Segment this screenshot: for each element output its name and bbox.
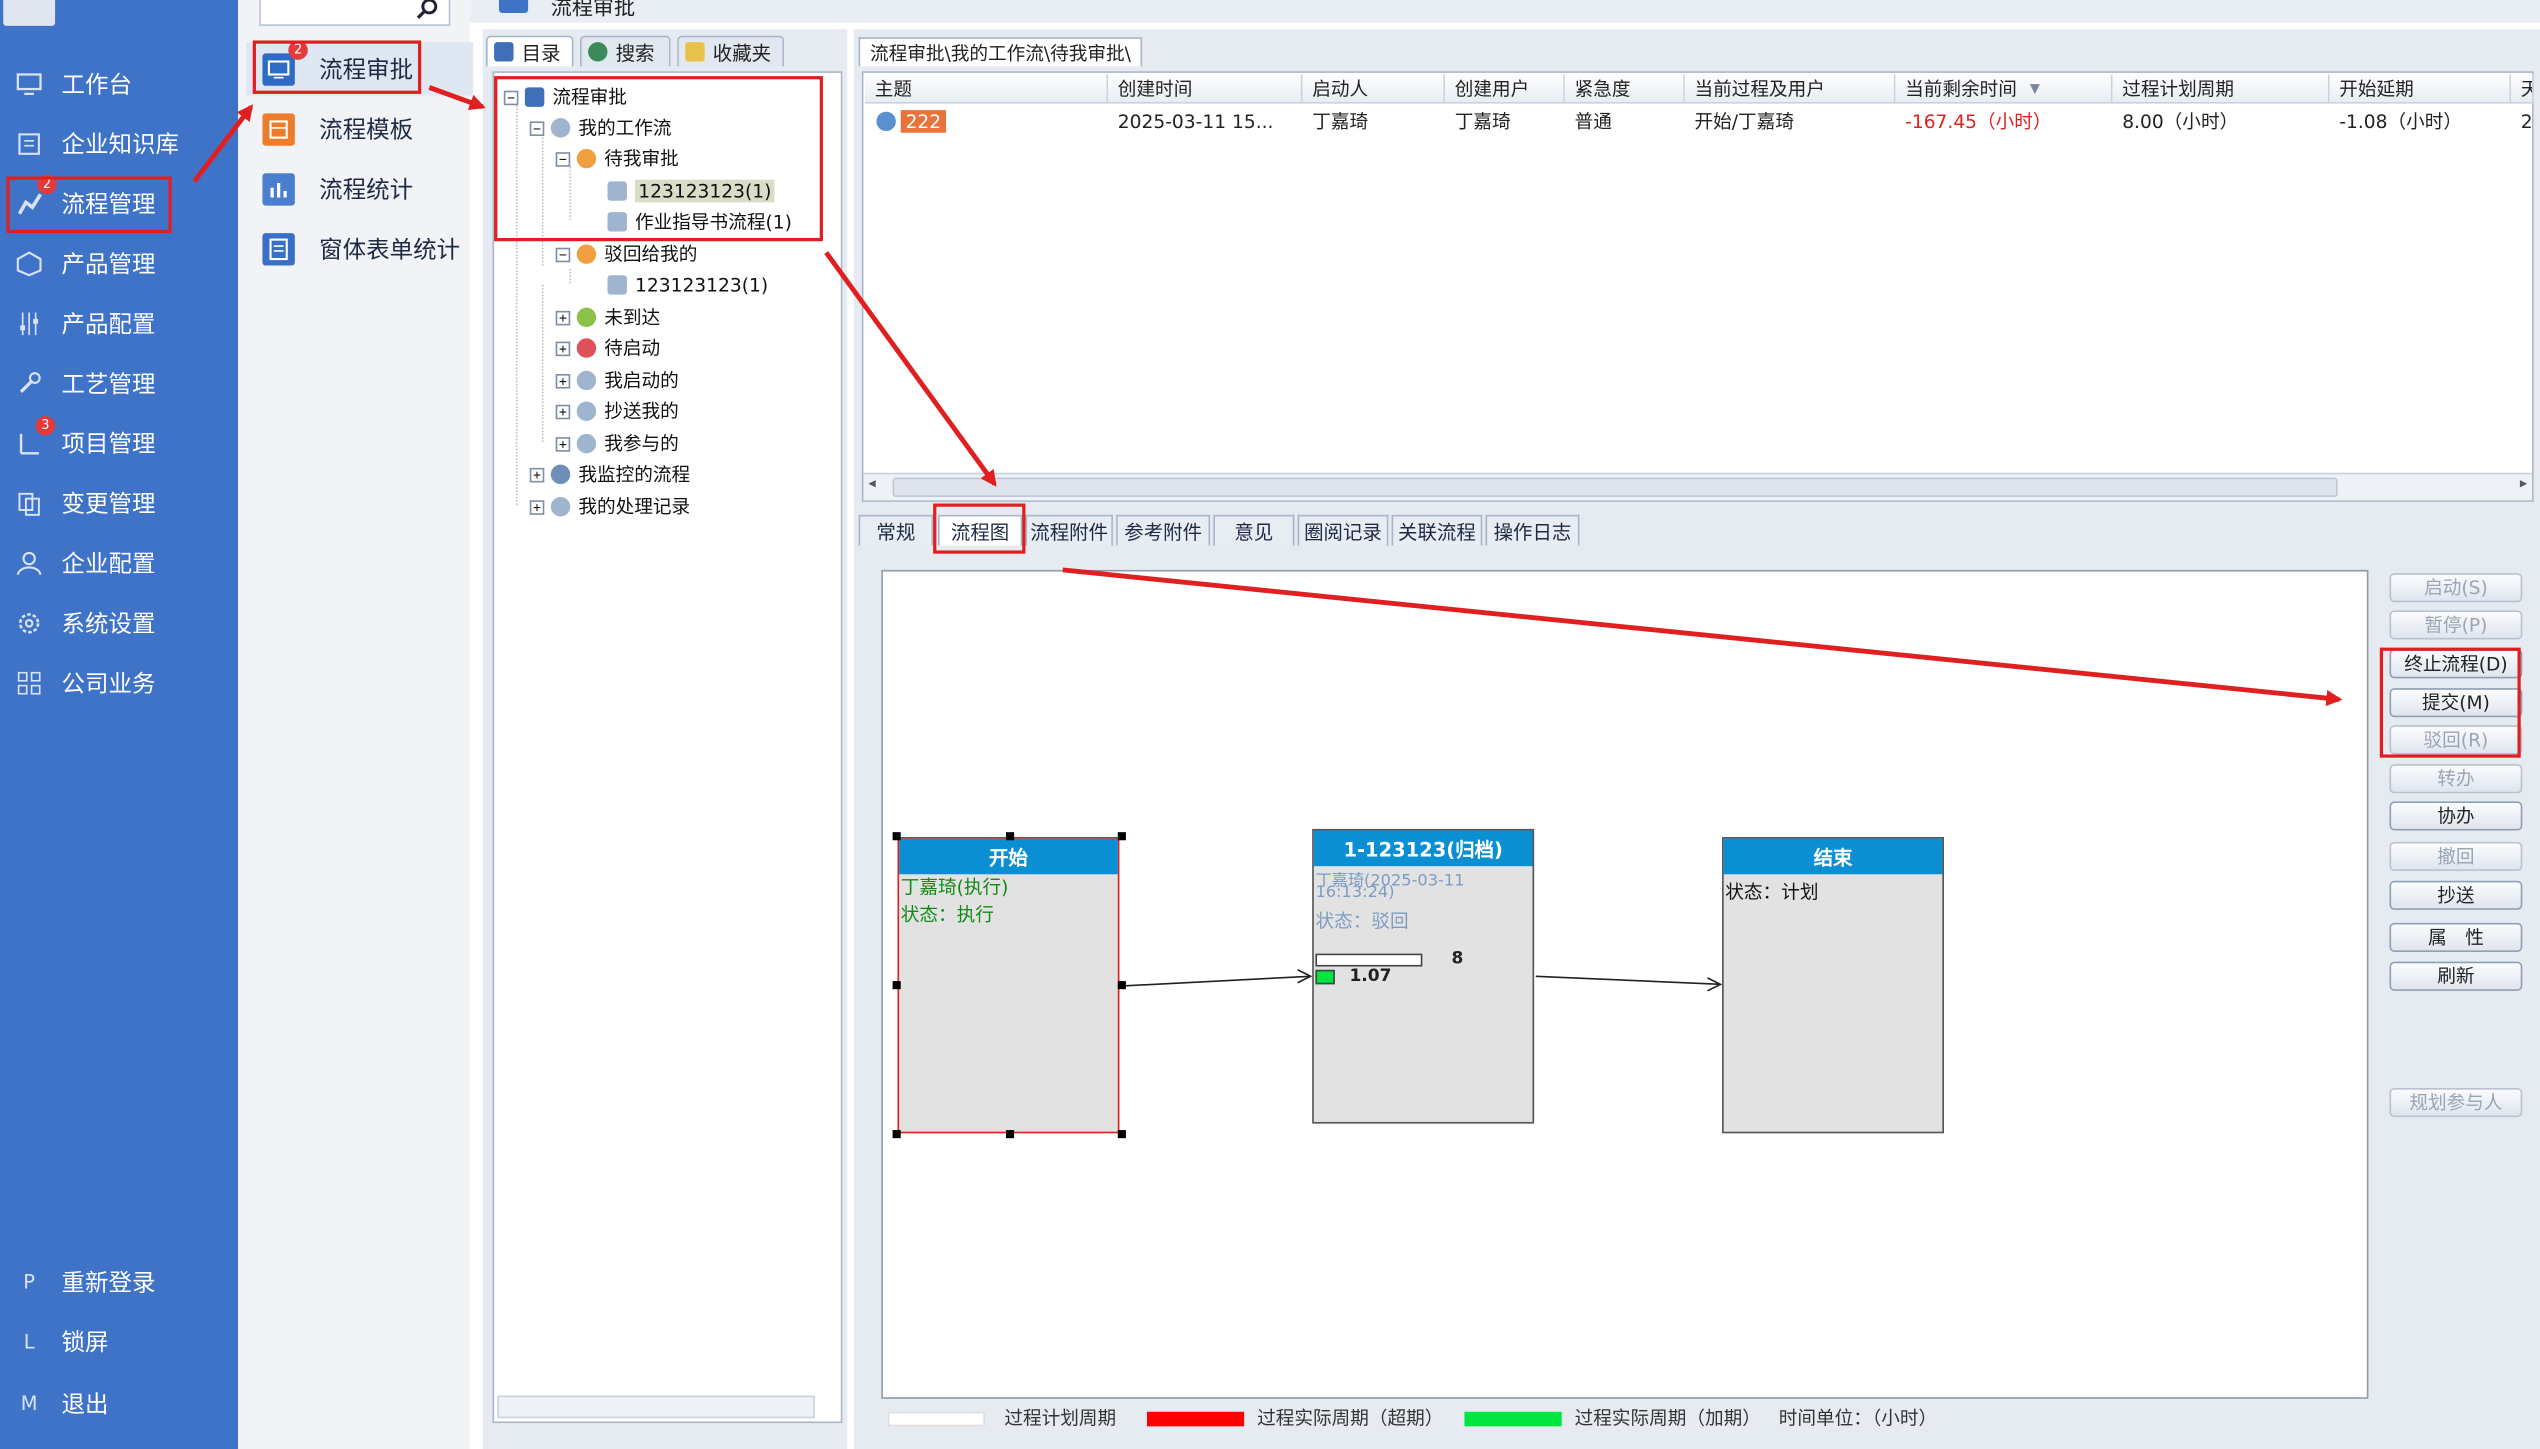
annotation-arrows	[192, 85, 2343, 707]
